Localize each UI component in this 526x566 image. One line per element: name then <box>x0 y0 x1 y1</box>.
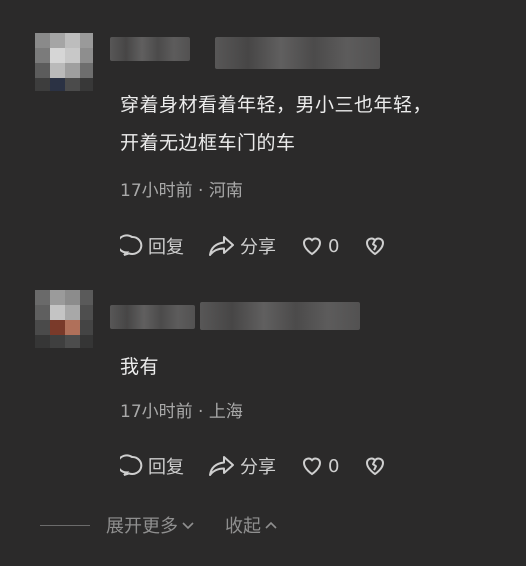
comment-text-line: 穿着身材看着年轻，男小三也年轻， <box>120 94 433 116</box>
expand-more-label: 展开更多 <box>106 516 178 537</box>
divider <box>40 524 90 526</box>
broken-heart-icon <box>366 457 385 475</box>
avatar[interactable] <box>35 33 93 91</box>
comment-meta: 17小时前 · 上海 <box>120 402 243 422</box>
comment-text: 我有 <box>120 348 159 386</box>
username-blurred[interactable] <box>110 305 195 329</box>
thread-footer: 展开更多 收起 <box>40 512 308 538</box>
share-arrow-icon <box>209 456 234 476</box>
share-label: 分享 <box>240 237 276 258</box>
dislike-button[interactable] <box>363 234 391 258</box>
reply-label: 回复 <box>148 237 184 258</box>
collapse-button[interactable]: 收起 <box>225 512 278 538</box>
like-button[interactable]: 0 <box>300 234 339 258</box>
share-button[interactable]: 分享 <box>208 233 276 259</box>
comment-text: 穿着身材看着年轻，男小三也年轻， 开着无边框车门的车 <box>120 86 432 162</box>
reply-button[interactable]: 回复 <box>120 233 184 259</box>
avatar[interactable] <box>35 290 93 348</box>
dislike-button[interactable] <box>363 454 391 478</box>
username-blurred <box>200 302 360 330</box>
share-button[interactable]: 分享 <box>208 453 276 479</box>
like-count: 0 <box>328 455 340 477</box>
speech-bubble-icon <box>120 454 143 476</box>
heart-icon <box>302 237 322 256</box>
comment-actions: 回复 分享 0 <box>120 453 415 479</box>
broken-heart-icon <box>366 237 385 255</box>
reply-label: 回复 <box>148 457 184 478</box>
username-blurred <box>215 37 380 69</box>
username-blurred[interactable] <box>110 37 190 61</box>
chevron-down-icon <box>182 522 194 530</box>
comment-text-line: 开着无边框车门的车 <box>120 132 296 154</box>
chevron-up-icon <box>265 521 277 529</box>
like-button[interactable]: 0 <box>300 454 339 478</box>
share-label: 分享 <box>240 457 276 478</box>
reply-button[interactable]: 回复 <box>120 453 184 479</box>
share-arrow-icon <box>209 236 234 256</box>
expand-more-button[interactable]: 展开更多 <box>106 512 195 538</box>
like-count: 0 <box>328 235 340 257</box>
comment-actions: 回复 分享 0 <box>120 233 415 259</box>
comment-text-line: 我有 <box>120 356 160 378</box>
heart-icon <box>302 457 322 476</box>
comment-thread: 穿着身材看着年轻，男小三也年轻， 开着无边框车门的车 17小时前 · 河南 回复… <box>0 0 526 566</box>
comment-meta: 17小时前 · 河南 <box>120 181 243 201</box>
speech-bubble-icon <box>120 234 143 256</box>
collapse-label: 收起 <box>225 516 261 537</box>
